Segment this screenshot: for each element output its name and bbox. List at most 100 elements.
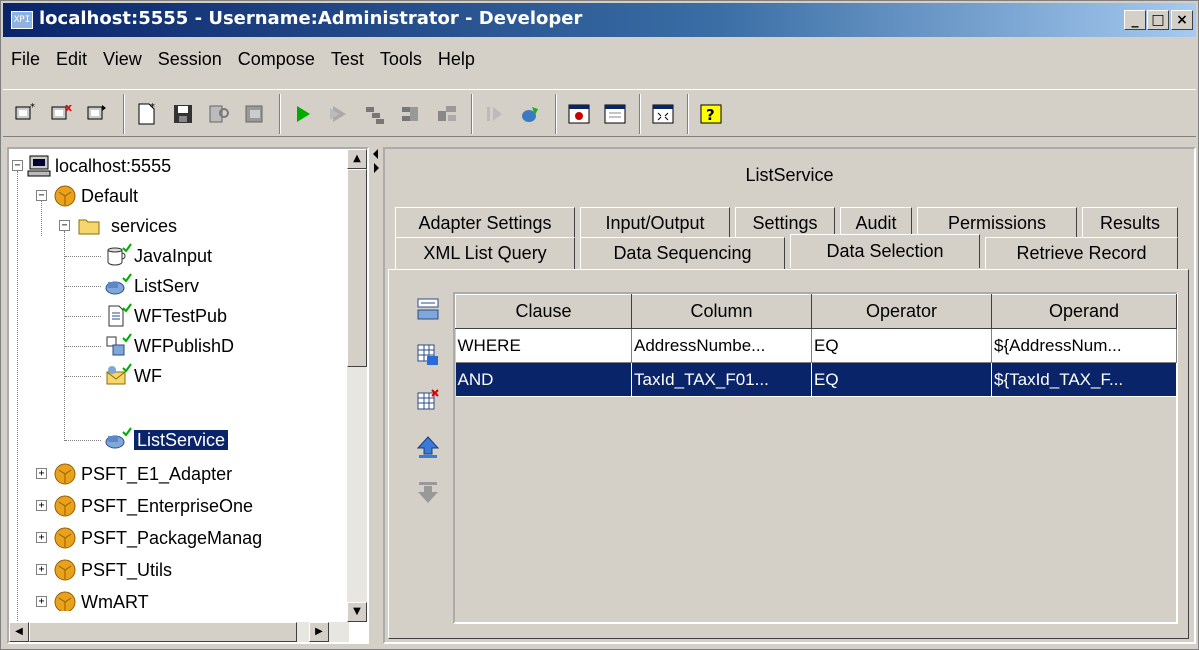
run-icon[interactable]	[287, 98, 319, 130]
tree-item-psft-e1-adapter[interactable]: PSFT_E1_Adapter	[53, 459, 232, 489]
service-editor-panel: ListService Adapter Settings Input/Outpu…	[383, 147, 1196, 644]
package-icon	[54, 185, 76, 207]
help-icon[interactable]: ?	[695, 98, 727, 130]
cell-clause[interactable]: WHERE	[455, 328, 632, 363]
step-into-icon[interactable]	[359, 98, 391, 130]
expand-psft-enterpriseone-toggle[interactable]: +	[36, 500, 47, 511]
insert-row-icon[interactable]	[415, 296, 441, 322]
tree-item-listservice[interactable]: ListService	[104, 425, 229, 455]
step-icon[interactable]	[323, 98, 355, 130]
tree-horizontal-scrollbar[interactable]: ◀ ▶	[9, 622, 349, 642]
collapse-default-toggle[interactable]: −	[36, 190, 47, 201]
tab-data-selection[interactable]: Data Selection	[790, 234, 980, 268]
title-bar: XPI localhost:5555 - Username:Administra…	[3, 3, 1196, 37]
menu-file[interactable]: File	[3, 45, 48, 74]
view-source-icon[interactable]	[563, 98, 595, 130]
menu-view[interactable]: View	[95, 45, 150, 74]
menu-edit[interactable]: Edit	[48, 45, 95, 74]
svg-text:*: *	[150, 102, 155, 113]
window-title: localhost:5555 - Username:Administrator …	[39, 8, 583, 29]
tab-results[interactable]: Results	[1082, 207, 1178, 239]
tree-item-services[interactable]: services	[77, 211, 177, 241]
tree-item-wf[interactable]: WF	[104, 361, 162, 391]
save-icon[interactable]	[167, 98, 199, 130]
column-header-column[interactable]: Column	[631, 294, 812, 329]
tree-item-psft-packagemanag[interactable]: PSFT_PackageManag	[53, 523, 262, 553]
data-selection-grid: Clause Column Operator Operand WHERE Add…	[453, 292, 1178, 624]
svg-text:x: x	[65, 101, 72, 114]
new-element-icon[interactable]: *	[131, 98, 163, 130]
cell-operand[interactable]: ${TaxId_TAX_F...	[991, 362, 1177, 397]
new-session-icon[interactable]: *	[9, 98, 41, 130]
fullscreen-icon[interactable]	[647, 98, 679, 130]
table-row[interactable]: AND TaxId_TAX_F01... EQ ${TaxId_TAX_F...	[455, 362, 1177, 397]
tree-item-javainput[interactable]: JavaInput	[104, 241, 212, 271]
app-icon: XPI	[11, 11, 33, 29]
tree-root-label: localhost:5555	[55, 156, 172, 176]
tree-item-wftestpub[interactable]: WFTestPub	[104, 301, 227, 331]
menu-bar: File Edit View Session Compose Test Tools Help	[3, 45, 1196, 77]
menu-compose[interactable]: Compose	[230, 45, 323, 74]
cell-column[interactable]: TaxId_TAX_F01...	[631, 362, 812, 397]
menu-session[interactable]: Session	[150, 45, 230, 74]
scroll-right-button[interactable]: ▶	[309, 622, 329, 642]
tab-input-output[interactable]: Input/Output	[580, 207, 730, 239]
tab-retrieve-record[interactable]: Retrieve Record	[985, 237, 1178, 269]
column-header-operator[interactable]: Operator	[811, 294, 992, 329]
collapse-root-toggle[interactable]: −	[12, 160, 23, 171]
trace-icon[interactable]	[479, 98, 511, 130]
move-up-icon[interactable]	[415, 434, 441, 460]
scroll-thumb-vertical[interactable]	[347, 169, 367, 367]
step-out-icon[interactable]	[431, 98, 463, 130]
cell-operator[interactable]: EQ	[811, 328, 992, 363]
add-row-icon[interactable]	[415, 342, 441, 368]
move-down-icon[interactable]	[415, 480, 441, 506]
tab-xml-list-query[interactable]: XML List Query	[395, 237, 575, 269]
scroll-thumb-horizontal[interactable]	[29, 622, 297, 642]
view-results-icon[interactable]	[599, 98, 631, 130]
expand-psft-utils-toggle[interactable]: +	[36, 564, 47, 575]
tree-item-listserv[interactable]: ListServ	[104, 271, 199, 301]
minimize-button[interactable]: _	[1124, 10, 1146, 30]
close-button[interactable]: ×	[1171, 10, 1193, 30]
scroll-left-button[interactable]: ◀	[9, 622, 29, 642]
debug-icon[interactable]	[515, 98, 547, 130]
expand-psft-e1-toggle[interactable]: +	[36, 468, 47, 479]
package-icon	[54, 527, 76, 549]
tree-item-default[interactable]: Default	[53, 181, 138, 211]
tab-adapter-settings[interactable]: Adapter Settings	[395, 207, 575, 239]
cell-clause[interactable]: AND	[455, 362, 632, 397]
lock-icon[interactable]	[203, 98, 235, 130]
table-row[interactable]: WHERE AddressNumbe... EQ ${AddressNum...	[455, 328, 1177, 363]
tree-vertical-scrollbar[interactable]: ▲ ▼	[347, 149, 367, 622]
delete-row-icon[interactable]	[415, 388, 441, 414]
toolbar: * x * ?	[3, 89, 1196, 137]
close-session-icon[interactable]: x	[45, 98, 77, 130]
tree-root[interactable]: localhost:5555	[27, 151, 171, 181]
refresh-session-icon[interactable]	[81, 98, 113, 130]
menu-tools[interactable]: Tools	[372, 45, 430, 74]
maximize-button[interactable]: □	[1147, 10, 1169, 30]
tree-item-wmart[interactable]: WmART	[53, 587, 149, 611]
cell-column[interactable]: AddressNumbe...	[631, 328, 812, 363]
cell-operator[interactable]: EQ	[811, 362, 992, 397]
tree-item-psft-enterpriseone[interactable]: PSFT_EnterpriseOne	[53, 491, 253, 521]
cell-operand[interactable]: ${AddressNum...	[991, 328, 1177, 363]
tree-item-psft-utils[interactable]: PSFT_Utils	[53, 555, 172, 585]
column-header-operand[interactable]: Operand	[991, 294, 1177, 329]
menu-help[interactable]: Help	[430, 45, 483, 74]
menu-test[interactable]: Test	[323, 45, 372, 74]
data-selection-tab-body: Clause Column Operator Operand WHERE Add…	[388, 269, 1189, 639]
collapse-arrows-icon[interactable]	[371, 147, 381, 177]
step-over-icon[interactable]	[395, 98, 427, 130]
tree-item-wfpublish[interactable]: WFPublishD	[104, 331, 234, 361]
column-header-clause[interactable]: Clause	[455, 294, 632, 329]
unlock-icon[interactable]	[239, 98, 271, 130]
panel-splitter[interactable]	[370, 147, 380, 644]
scroll-up-button[interactable]: ▲	[347, 149, 367, 169]
tab-data-sequencing[interactable]: Data Sequencing	[580, 237, 785, 269]
collapse-services-toggle[interactable]: −	[59, 220, 70, 231]
expand-wmart-toggle[interactable]: +	[36, 596, 47, 607]
scroll-down-button[interactable]: ▼	[347, 602, 367, 622]
expand-psft-packagemanag-toggle[interactable]: +	[36, 532, 47, 543]
